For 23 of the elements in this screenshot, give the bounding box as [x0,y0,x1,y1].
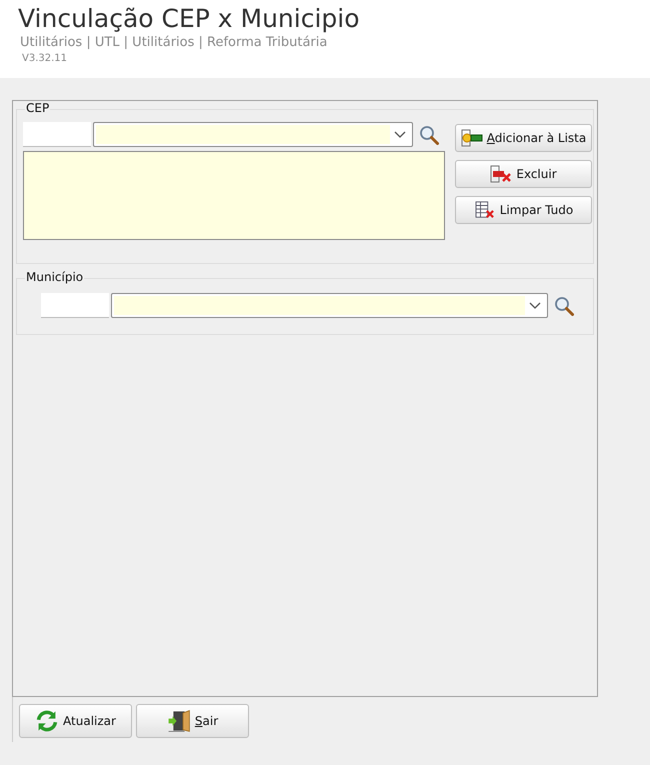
cep-code-field[interactable] [23,122,91,147]
search-icon[interactable] [554,296,574,316]
action-button[interactable]: Limpar Tudo [455,196,592,224]
version-label: V3.32.11 [22,52,68,66]
page-title: Vinculação CEP x Municipio [18,4,361,34]
municipio-combo-field[interactable] [111,293,548,318]
action-button[interactable]: Atualizar [19,704,132,738]
cep-combo-field[interactable] [93,122,413,147]
action-button[interactable]: Sair [136,704,249,738]
search-icon[interactable] [419,124,439,144]
delete-icon [490,165,512,183]
cep-list[interactable] [23,151,445,240]
breadcrumb: Utilitários | UTL | Utilitários | Reforma Tributária [20,34,328,52]
refresh-icon [35,709,60,733]
dropdown-chevron-icon[interactable] [529,302,541,310]
dropdown-chevron-icon[interactable] [394,130,406,138]
action-button[interactable]: Excluir [455,160,592,188]
group-label: CEP [25,101,50,115]
door-icon [166,709,191,733]
group-label: Município [25,270,84,284]
action-button[interactable]: Adicionar à Lista [455,124,592,152]
table-clear-icon [474,201,496,219]
municipio-code-field[interactable] [41,293,109,318]
